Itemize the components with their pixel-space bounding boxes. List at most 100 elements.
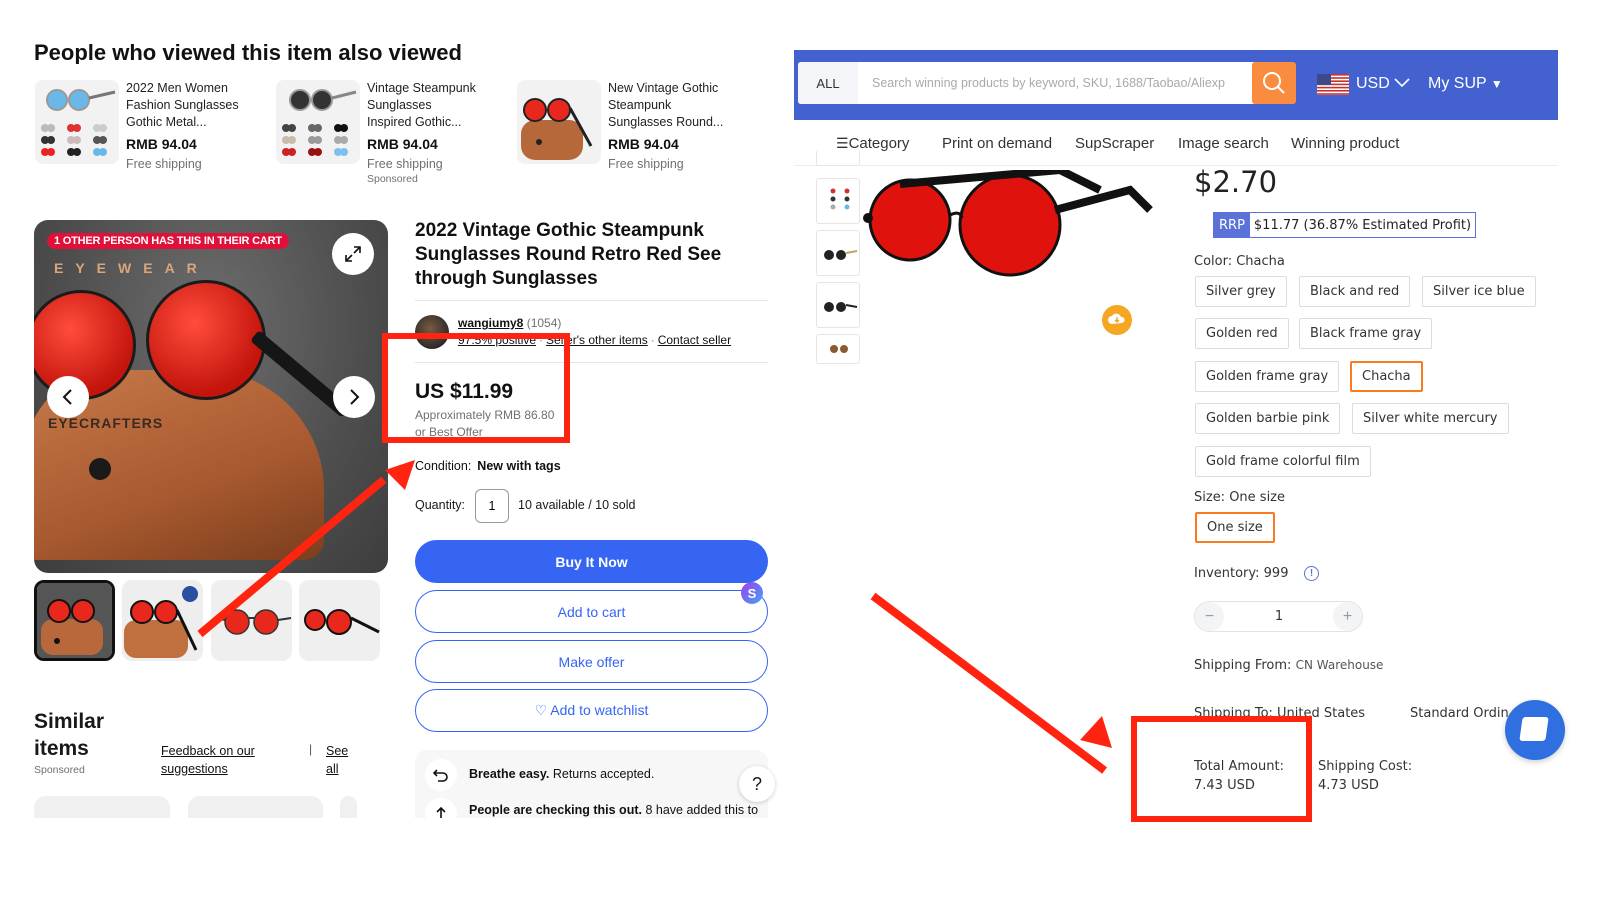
listing-title: 2022 Vintage Gothic Steampunk Sunglasses…: [415, 220, 722, 289]
seller-other-items-link[interactable]: Seller's other items: [546, 333, 648, 347]
image-thumbnail[interactable]: [34, 580, 115, 661]
shipping-to[interactable]: Shipping To: United States: [1194, 706, 1365, 720]
product-thumbnail[interactable]: [816, 334, 860, 364]
currency-selector[interactable]: USD: [1356, 75, 1410, 93]
feedback-on-suggestions-link[interactable]: Feedback on our suggestions: [161, 742, 271, 778]
item-price: RMB 94.04: [367, 136, 438, 152]
product-thumbnail[interactable]: [517, 80, 601, 164]
my-sup-menu[interactable]: My SUP ▼: [1428, 75, 1503, 93]
similar-item-card[interactable]: [188, 796, 323, 820]
info-icon[interactable]: !: [1304, 566, 1319, 581]
also-viewed-item[interactable]: 2022 Men Women Fashion Sunglasses Gothic M…: [35, 80, 265, 190]
similar-item-card[interactable]: [340, 796, 357, 820]
color-option[interactable]: Golden barbie pink: [1195, 403, 1341, 434]
item-name[interactable]: Vintage Steampunk Sunglasses Inspired Goth…: [367, 80, 507, 131]
increment-button[interactable]: +: [1333, 602, 1362, 631]
us-flag-icon[interactable]: [1317, 74, 1349, 95]
color-option[interactable]: Golden frame gray: [1195, 361, 1340, 392]
image-thumbnail[interactable]: [299, 580, 380, 661]
color-option[interactable]: Silver grey: [1195, 276, 1287, 307]
chevron-down-icon: [1394, 78, 1410, 88]
color-option[interactable]: Black frame gray: [1299, 318, 1433, 349]
color-option[interactable]: Silver ice blue: [1422, 276, 1536, 307]
color-option[interactable]: Silver white mercury: [1352, 403, 1509, 434]
nav-item-print-on-demand[interactable]: Print on demand: [942, 135, 1052, 152]
product-thumbnail[interactable]: [816, 150, 860, 166]
make-offer-button[interactable]: Make offer: [415, 640, 768, 683]
brand-watermark: EYEWEAR: [54, 260, 209, 276]
add-to-watchlist-button[interactable]: ♡ Add to watchlist: [415, 689, 768, 732]
quantity-stepper: − 1 +: [1194, 601, 1363, 632]
divider: [415, 362, 768, 363]
color-option-selected[interactable]: Chacha: [1350, 361, 1423, 392]
image-thumbnail[interactable]: [211, 580, 292, 661]
main-product-image[interactable]: EYEWEAR EYECRAFTERS 1 OTHER PERSON HAS T…: [34, 220, 388, 573]
item-name-line: Gothic Metal...: [126, 115, 207, 129]
shipping-method[interactable]: Standard Ordinary: [1410, 706, 1510, 721]
nav-item-supscraper[interactable]: SupScraper: [1075, 135, 1154, 152]
rrp-tag: RRP: [1214, 213, 1250, 237]
color-option[interactable]: Golden red: [1195, 318, 1289, 349]
caret-down-icon: ▼: [1490, 77, 1503, 91]
buy-it-now-button[interactable]: Buy It Now: [415, 540, 768, 583]
see-all-link[interactable]: See all: [326, 742, 356, 778]
color-label: Color: Chacha: [1194, 254, 1285, 269]
image-thumbnail[interactable]: [122, 580, 203, 661]
search-scope-dropdown[interactable]: ALL: [798, 62, 858, 104]
nav-item-winning-product[interactable]: Winning product: [1291, 135, 1399, 152]
color-option[interactable]: Black and red: [1299, 276, 1411, 307]
product-thumbnail[interactable]: [35, 80, 119, 164]
size-option-selected[interactable]: One size: [1195, 512, 1275, 543]
search-input[interactable]: [862, 62, 1242, 104]
quantity-label: Quantity:: [415, 498, 466, 512]
ebay-listing-panel: People who viewed this item also viewed …: [0, 0, 790, 900]
item-name[interactable]: New Vintage Gothic Steampunk Sunglasses Ro…: [608, 80, 748, 131]
size-label: Size: One size: [1194, 490, 1286, 505]
total-amount: Total Amount: 7.43 USD: [1194, 757, 1284, 795]
positive-feedback-link[interactable]: 97.5% positive: [458, 333, 536, 347]
extension-s-icon[interactable]: S: [741, 582, 763, 604]
nav-item-image-search[interactable]: Image search: [1178, 135, 1269, 152]
search-button[interactable]: [1252, 62, 1296, 104]
seller-name-link[interactable]: wangiumy8: [458, 316, 523, 330]
also-viewed-item[interactable]: New Vintage Gothic Steampunk Sunglasses Ro…: [517, 80, 747, 190]
my-sup-label: My SUP: [1428, 75, 1487, 92]
currency-label: USD: [1356, 75, 1390, 92]
chat-support-button[interactable]: [1505, 700, 1565, 760]
next-image-button[interactable]: [333, 376, 375, 418]
product-thumbnail[interactable]: [816, 178, 860, 224]
seller-avatar[interactable]: [415, 315, 449, 349]
product-thumbnail[interactable]: [276, 80, 360, 164]
shipping-from-value: CN Warehouse: [1295, 658, 1384, 672]
total-amount-label: Total Amount:: [1194, 759, 1284, 774]
also-viewed-item[interactable]: Vintage Steampunk Sunglasses Inspired Goth…: [276, 80, 506, 190]
condition-value: New with tags: [477, 459, 561, 473]
dot-separator: ·: [539, 333, 544, 347]
expand-icon[interactable]: [332, 233, 374, 275]
link-separator: |: [309, 742, 313, 756]
condition-label: Condition:: [415, 459, 472, 473]
quantity-input[interactable]: [475, 489, 509, 523]
sponsored-label: Sponsored: [34, 764, 85, 776]
item-name-line: 2022 Men Women: [126, 81, 228, 95]
download-icon[interactable]: [1102, 305, 1132, 335]
contact-seller-link[interactable]: Contact seller: [658, 333, 731, 347]
decrement-button[interactable]: −: [1195, 602, 1224, 631]
product-thumbnail[interactable]: [816, 230, 860, 276]
item-name[interactable]: 2022 Men Women Fashion Sunglasses Gothic M…: [126, 80, 266, 131]
shipping-from: Shipping From: CN Warehouse: [1194, 658, 1383, 673]
similar-item-card[interactable]: [34, 796, 170, 820]
help-button[interactable]: ?: [739, 766, 775, 802]
product-thumbnail[interactable]: [816, 282, 860, 328]
shipping-cost-label: Shipping Cost:: [1318, 759, 1413, 774]
previous-image-button[interactable]: [47, 376, 89, 418]
supplier-price: $2.70: [1194, 165, 1278, 199]
color-option[interactable]: Gold frame colorful film: [1195, 446, 1371, 477]
item-name-line: Inspired Gothic...: [367, 115, 462, 129]
seller-feedback-count: (1054): [526, 316, 562, 330]
add-to-cart-button[interactable]: Add to cart: [415, 590, 768, 633]
product-main-image[interactable]: [860, 170, 1160, 280]
trending-icon: [425, 798, 457, 820]
quantity-value[interactable]: 1: [1255, 602, 1303, 631]
item-name-line: Vintage Steampunk: [367, 81, 476, 95]
